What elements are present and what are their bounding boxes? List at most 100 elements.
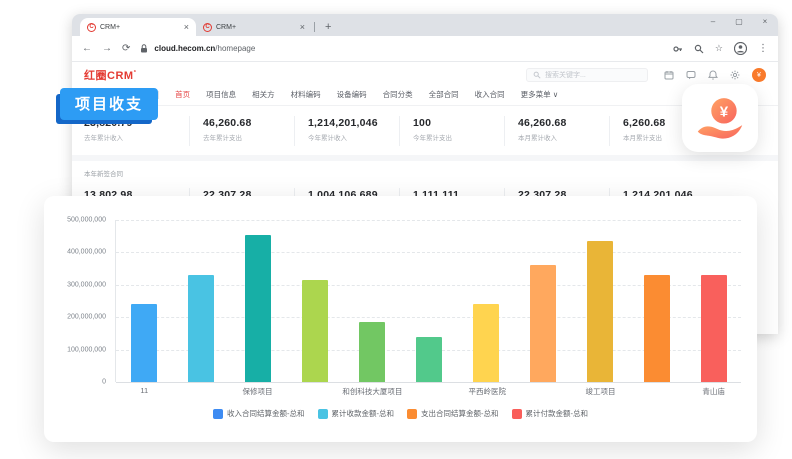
- x-tick-label: 和创科技大厦项目: [342, 386, 402, 397]
- y-tick-label: 300,000,000: [67, 281, 106, 288]
- bar-slot: [628, 275, 685, 382]
- stat-item-5: 46,260.68 本月累计收入: [504, 116, 609, 146]
- url-path: /homepage: [215, 44, 255, 53]
- legend-item-2[interactable]: 累计收款金额-总和: [318, 408, 395, 419]
- svg-text:¥: ¥: [720, 103, 729, 120]
- nav-item-4[interactable]: 相关方: [252, 89, 275, 100]
- chart-card: 500,000,000400,000,000300,000,000200,000…: [44, 196, 757, 442]
- stat-value: 46,260.68: [518, 117, 605, 129]
- calendar-icon[interactable]: [664, 70, 674, 80]
- crm-logo: 红圈CRM°: [84, 67, 136, 83]
- bar-slot: [571, 241, 628, 382]
- window-minimize-button[interactable]: –: [700, 14, 726, 30]
- tab-close-icon[interactable]: ×: [300, 22, 305, 32]
- app-header: 红圈CRM° 搜索关键字...: [72, 62, 778, 86]
- legend-label: 支出合同结算金额-总和: [421, 408, 499, 419]
- x-tick-label: [402, 386, 459, 397]
- y-tick-label: 400,000,000: [67, 249, 106, 256]
- bookmark-star-icon[interactable]: ☆: [715, 43, 723, 54]
- bar-col-6[interactable]: [416, 337, 442, 382]
- browser-urlbar: ← → ⟳ cloud.hecom.cn/homepage ☆: [72, 36, 778, 62]
- bar-col-4[interactable]: [302, 280, 328, 382]
- stat-label: 去年累计收入: [84, 132, 185, 142]
- bell-icon[interactable]: [708, 70, 718, 80]
- bar-col-10[interactable]: [644, 275, 670, 382]
- bar-slot: [230, 235, 287, 382]
- y-tick-label: 0: [102, 379, 106, 386]
- nav-item-5[interactable]: 材料编码: [291, 89, 321, 100]
- nav-item-7[interactable]: 合同分类: [383, 89, 413, 100]
- bar-slot: [685, 275, 742, 382]
- user-avatar[interactable]: ¥: [752, 68, 766, 82]
- stat-item-4: 100今年累计支出: [399, 116, 504, 146]
- nav-item-2[interactable]: 首页: [175, 89, 190, 100]
- browser-tab-1[interactable]: C CRM+ ×: [80, 18, 196, 36]
- nav-item-8[interactable]: 全部合同: [429, 89, 459, 100]
- zoom-icon[interactable]: [694, 44, 704, 54]
- url-text[interactable]: cloud.hecom.cn/homepage: [154, 44, 255, 53]
- y-tick-label: 500,000,000: [67, 217, 106, 224]
- bar-col-8[interactable]: [530, 265, 556, 382]
- chart-x-axis: 11保修项目和创科技大厦项目平西岭医院竣工项目青山庙: [116, 386, 742, 397]
- bar-11[interactable]: [131, 304, 157, 382]
- nav-item-9[interactable]: 收入合同: [475, 89, 505, 100]
- header-icons: ¥: [664, 68, 766, 82]
- tab-close-icon[interactable]: ×: [184, 22, 189, 32]
- badge-label: 项目收支: [75, 96, 143, 113]
- section-title: 本年新签合同: [84, 168, 766, 178]
- window-close-button[interactable]: ×: [752, 14, 778, 30]
- search-input[interactable]: 搜索关键字...: [526, 68, 648, 82]
- x-tick-label: [286, 386, 343, 397]
- browser-tabstrip: C CRM+ × C CRM+ × + – ▢ ×: [72, 14, 778, 36]
- legend-item-3[interactable]: 支出合同结算金额-总和: [407, 408, 499, 419]
- x-tick-label: 11: [116, 386, 173, 397]
- legend-item-4[interactable]: 累计付款金额-总和: [512, 408, 589, 419]
- legend-item-1[interactable]: 收入合同结算金额-总和: [213, 408, 305, 419]
- hand-coin-yen-icon: ¥: [694, 95, 746, 141]
- bar-slot: [173, 275, 230, 382]
- gear-icon[interactable]: [730, 70, 740, 80]
- lock-icon: [140, 44, 148, 53]
- search-icon: [533, 71, 541, 79]
- new-tab-button[interactable]: +: [325, 21, 331, 33]
- browser-menu-icon[interactable]: ⋮: [758, 43, 768, 54]
- bar-col-2[interactable]: [188, 275, 214, 382]
- nav-item-10[interactable]: 更多菜单 ∨: [521, 89, 559, 100]
- stat-label: 去年累计支出: [203, 132, 290, 142]
- bar-保修项目[interactable]: [245, 235, 271, 382]
- bar-slot: [514, 265, 571, 382]
- bar-青山庙[interactable]: [701, 275, 727, 382]
- browser-tab-2[interactable]: C CRM+ ×: [196, 18, 312, 36]
- stat-label: 今年累计支出: [413, 132, 500, 142]
- forward-button-icon[interactable]: →: [102, 43, 112, 54]
- nav-divider: [158, 91, 159, 99]
- chart-y-axis: 500,000,000400,000,000300,000,000200,000…: [44, 220, 106, 382]
- legend-label: 累计收款金额-总和: [332, 408, 395, 419]
- window-maximize-button[interactable]: ▢: [726, 14, 752, 30]
- y-tick-label: 100,000,000: [67, 346, 106, 353]
- bar-slot: [287, 280, 344, 382]
- chart-legend: 收入合同结算金额-总和 累计收款金额-总和 支出合同结算金额-总和 累计付款金额-总和: [44, 408, 757, 419]
- back-button-icon[interactable]: ←: [82, 43, 92, 54]
- nav-item-3[interactable]: 项目信息: [206, 89, 236, 100]
- chart-bars: [116, 220, 742, 382]
- crm-favicon-icon: C: [87, 23, 96, 32]
- stat-label: 本月累计收入: [518, 132, 605, 142]
- message-icon[interactable]: [686, 70, 696, 80]
- reload-button-icon[interactable]: ⟳: [122, 43, 130, 54]
- bar-和创科技大厦项目[interactable]: [359, 322, 385, 382]
- bar-平西岭医院[interactable]: [473, 304, 499, 382]
- profile-avatar-icon[interactable]: [734, 42, 747, 55]
- tab-separator: [314, 22, 315, 32]
- key-icon[interactable]: [673, 44, 683, 54]
- screenshot-stage: C CRM+ × C CRM+ × + – ▢ × ← → ⟳: [0, 0, 792, 459]
- bar-slot: [401, 337, 458, 382]
- section-divider: [72, 155, 778, 161]
- x-tick-label: 保修项目: [229, 386, 286, 397]
- stat-value: 1,214,201,046: [308, 117, 395, 129]
- bar-竣工项目[interactable]: [587, 241, 613, 382]
- stat-label: 今年累计收入: [308, 132, 395, 142]
- bar-slot: [116, 304, 173, 382]
- nav-item-6[interactable]: 设备编码: [337, 89, 367, 100]
- stat-item-3: 1,214,201,046 今年累计收入: [294, 116, 399, 146]
